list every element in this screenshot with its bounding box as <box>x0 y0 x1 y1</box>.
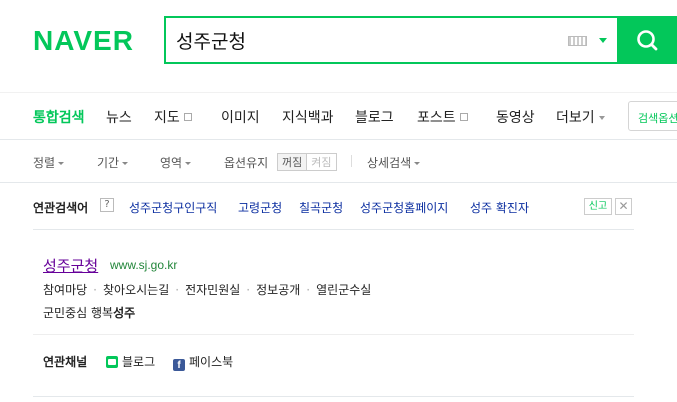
related-searches-title: 연관검색어 <box>33 201 89 215</box>
search-button[interactable] <box>619 16 677 64</box>
result-url-link[interactable]: www.sj.go.kr <box>110 258 177 272</box>
area-filter[interactable]: 영역 <box>160 154 192 171</box>
divider <box>351 155 352 167</box>
external-icon <box>183 113 192 121</box>
channel-facebook-link[interactable]: f 페이스북 <box>173 353 233 371</box>
tab-blog[interactable]: 블로그 <box>355 107 394 127</box>
divider <box>33 334 634 335</box>
facebook-icon: f <box>173 359 185 371</box>
tab-post[interactable]: 포스트 <box>417 107 468 127</box>
result-sublinks: 참여마당 · 찾아오시는길 · 전자민원실 · 정보공개 · 열린군수실 <box>43 283 372 297</box>
filter-bar: 정렬 기간 영역 옵션유지 꺼짐 켜짐 상세검색 <box>0 141 677 183</box>
result-slogan: 군민중심 행복성주 <box>43 306 136 320</box>
header: NAVER <box>0 0 677 92</box>
tab-encyclopedia[interactable]: 지식백과 <box>282 107 334 127</box>
option-keep-label: 옵션유지 <box>224 156 269 170</box>
help-icon[interactable]: ? <box>100 198 114 212</box>
search-tabs: 통합검색 뉴스 지도 이미지 지식백과 블로그 포스트 동영상 더보기 <box>0 92 677 140</box>
detail-search-filter[interactable]: 상세검색 <box>367 154 421 171</box>
divider <box>33 396 634 397</box>
chevron-down-icon <box>414 162 421 165</box>
tab-map[interactable]: 지도 <box>154 107 192 127</box>
related-search-item[interactable]: 칠곡군청 <box>299 199 343 216</box>
autocomplete-toggle-icon[interactable] <box>599 38 607 43</box>
close-icon[interactable]: ✕ <box>615 198 632 215</box>
chevron-down-icon <box>58 162 65 165</box>
chevron-down-icon <box>598 116 605 120</box>
toggle-on-option[interactable]: 켜짐 <box>307 154 335 170</box>
related-search-item[interactable]: 고령군청 <box>238 199 282 216</box>
tab-images[interactable]: 이미지 <box>221 107 260 127</box>
report-button[interactable]: 신고 <box>584 198 612 215</box>
option-keep-toggle[interactable]: 꺼짐 켜짐 <box>277 153 337 171</box>
sublink[interactable]: 찾아오시는길 <box>103 283 169 297</box>
chevron-down-icon <box>122 162 129 165</box>
related-search-item[interactable]: 성주 확진자 <box>470 199 529 216</box>
toggle-off-option[interactable]: 꺼짐 <box>278 154 308 170</box>
keyboard-icon[interactable] <box>568 36 587 46</box>
sublink[interactable]: 전자민원실 <box>185 283 240 297</box>
tab-video[interactable]: 동영상 <box>496 107 535 127</box>
related-search-item[interactable]: 성주군청구인구직 <box>129 199 217 216</box>
search-box[interactable] <box>164 16 619 64</box>
sublink[interactable]: 정보공개 <box>256 283 300 297</box>
period-filter[interactable]: 기간 <box>97 154 129 171</box>
sort-filter[interactable]: 정렬 <box>33 154 65 171</box>
sublink[interactable]: 열린군수실 <box>316 283 371 297</box>
search-input[interactable] <box>176 24 556 56</box>
search-icon <box>637 30 658 51</box>
blog-icon <box>106 356 118 368</box>
result-title-link[interactable]: 성주군청 <box>43 255 98 276</box>
related-search-item[interactable]: 성주군청홈페이지 <box>360 199 448 216</box>
tab-more[interactable]: 더보기 <box>556 107 605 127</box>
chevron-down-icon <box>185 162 192 165</box>
tab-all[interactable]: 통합검색 <box>33 107 85 127</box>
related-channels-title: 연관채널 <box>43 355 88 369</box>
sublink[interactable]: 참여마당 <box>43 283 87 297</box>
search-options-button[interactable]: 검색옵션 <box>628 101 677 131</box>
related-searches: 연관검색어 ? 성주군청구인구직 고령군청 칠곡군청 성주군청홈페이지 성주 확… <box>33 184 634 230</box>
channel-blog-link[interactable]: 블로그 <box>106 353 155 370</box>
external-icon <box>459 113 468 121</box>
tab-news[interactable]: 뉴스 <box>106 107 132 127</box>
naver-logo[interactable]: NAVER <box>33 26 134 56</box>
